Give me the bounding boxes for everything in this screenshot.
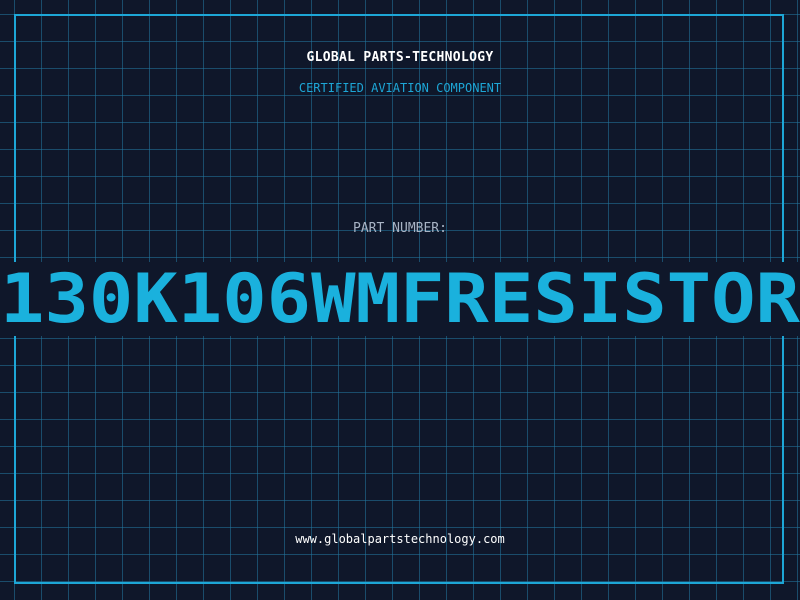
company-name: GLOBAL PARTS-TECHNOLOGY [306, 50, 494, 65]
part-number-display: 130K106WMFRESISTOR [0, 262, 800, 336]
label-canvas: GLOBAL PARTS-TECHNOLOGY CERTIFIED AVIATI… [0, 0, 800, 600]
website-url: www.globalpartstechnology.com [295, 532, 505, 546]
part-number-value: 130K106WMFRESISTOR [0, 262, 800, 336]
part-number-label: PART NUMBER: [353, 221, 447, 236]
tagline: CERTIFIED AVIATION COMPONENT [298, 81, 502, 95]
